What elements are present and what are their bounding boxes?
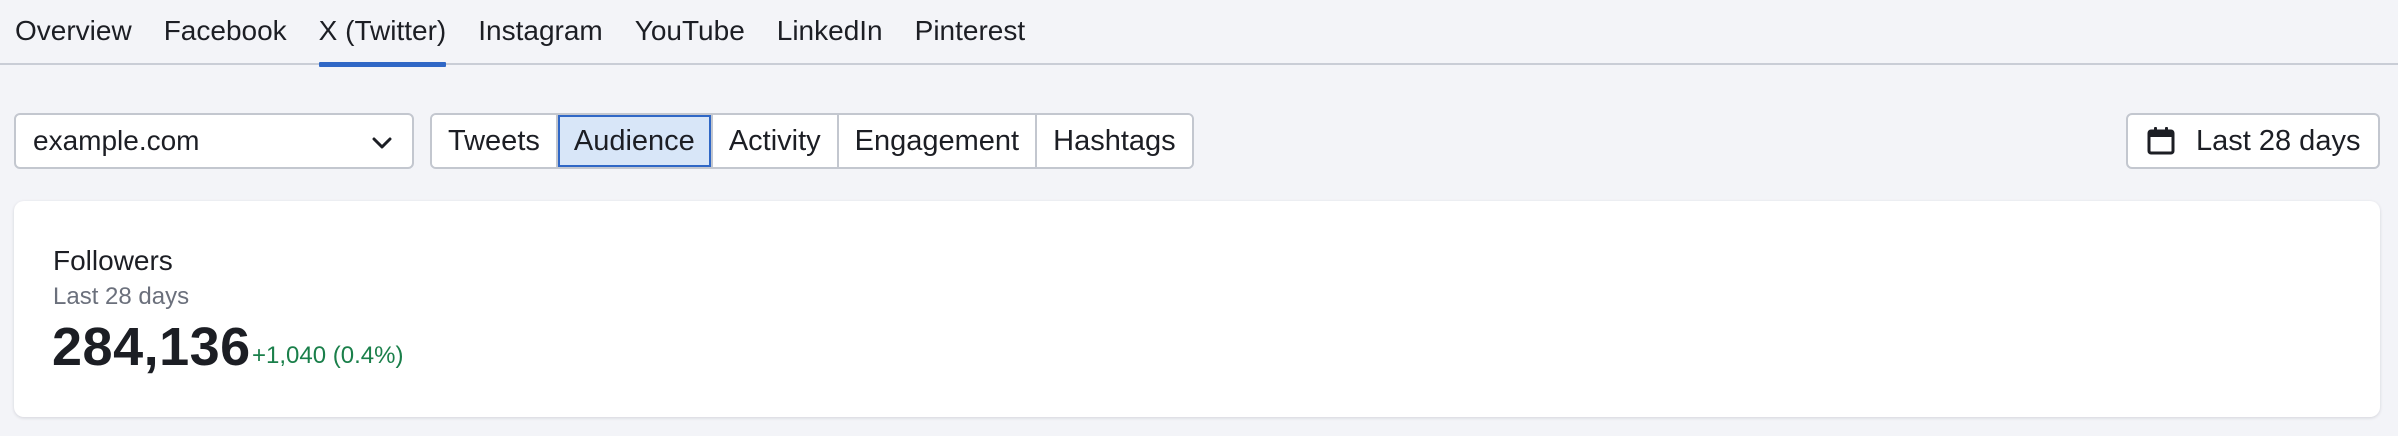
segment-tweets[interactable]: Tweets xyxy=(432,115,558,167)
tab-youtube[interactable]: YouTube xyxy=(620,0,760,65)
followers-count: 284,136 xyxy=(52,317,251,377)
tab-x-twitter[interactable]: X (Twitter) xyxy=(304,0,462,67)
card-title: Followers xyxy=(53,245,173,276)
segment-hashtags[interactable]: Hashtags xyxy=(1037,115,1192,167)
segment-audience[interactable]: Audience xyxy=(557,115,713,167)
toolbar: example.com Tweets Audience Activity Eng… xyxy=(0,113,2398,171)
followers-delta: +1,040 (0.4%) xyxy=(252,342,404,369)
followers-card: Followers Last 28 days 284,136 +1,040 (0… xyxy=(14,201,2380,417)
platform-tabs: Overview Facebook X (Twitter) Instagram … xyxy=(0,0,2398,67)
domain-select-value: example.com xyxy=(33,125,200,156)
tab-overview[interactable]: Overview xyxy=(0,0,147,65)
date-range-label: Last 28 days xyxy=(2196,124,2361,157)
calendar-icon xyxy=(2147,127,2175,155)
tab-linkedin[interactable]: LinkedIn xyxy=(762,0,898,65)
card-period: Last 28 days xyxy=(53,283,190,310)
chevron-down-icon xyxy=(372,137,392,149)
segment-activity[interactable]: Activity xyxy=(712,115,839,167)
segment-engagement[interactable]: Engagement xyxy=(838,115,1038,167)
tab-pinterest[interactable]: Pinterest xyxy=(900,0,1041,65)
view-segmented-control: Tweets Audience Activity Engagement Hash… xyxy=(430,113,1194,169)
tab-facebook[interactable]: Facebook xyxy=(149,0,302,65)
tab-instagram[interactable]: Instagram xyxy=(463,0,618,65)
domain-select[interactable]: example.com xyxy=(14,113,414,169)
date-range-button[interactable]: Last 28 days xyxy=(2126,113,2380,169)
